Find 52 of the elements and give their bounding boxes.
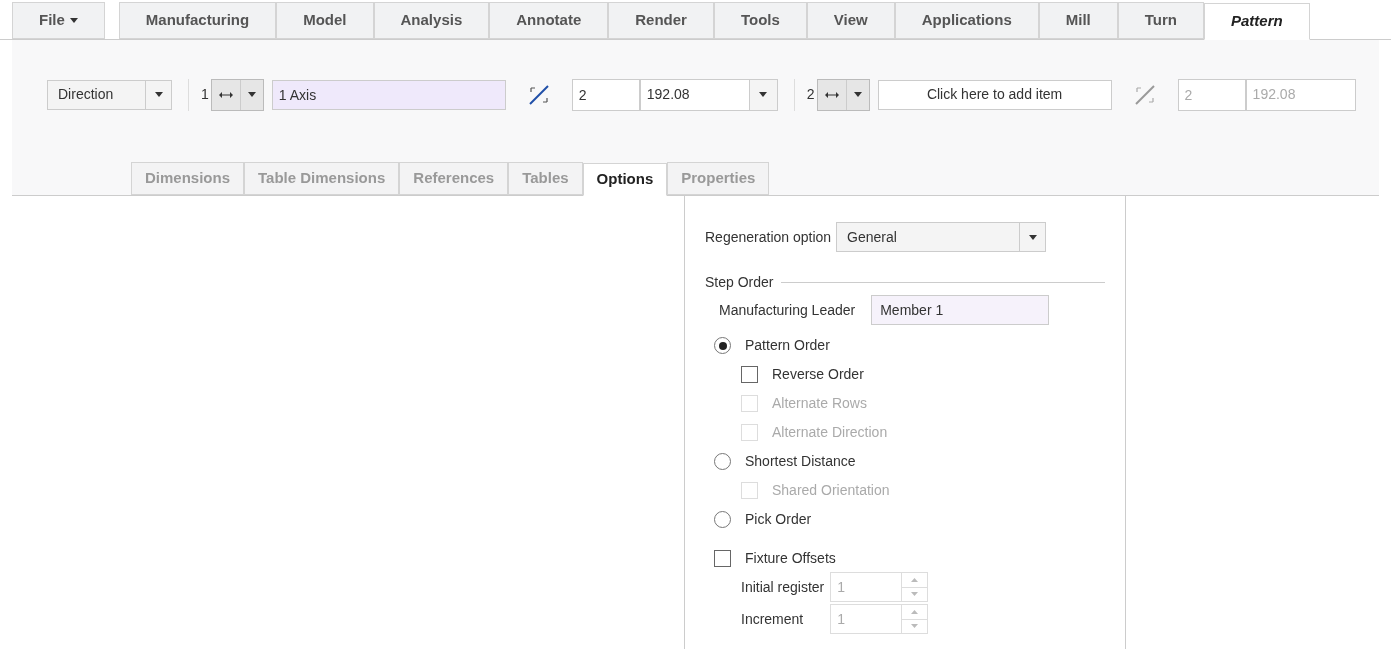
option-label: Shared Orientation (772, 481, 890, 500)
ribbon-tab[interactable]: Mill (1038, 2, 1118, 39)
radio-button[interactable] (714, 453, 731, 470)
radio-button[interactable] (714, 337, 731, 354)
option-label: Fixture Offsets (745, 548, 836, 568)
ribbon-tab[interactable]: Pattern (1203, 3, 1310, 40)
field-label: Increment (741, 609, 805, 629)
spacing-field[interactable]: 192.08 (639, 78, 778, 111)
panel-tab[interactable]: Options (582, 163, 668, 196)
type-dropdown[interactable]: Direction (47, 79, 172, 110)
regeneration-label: Regeneration option (705, 227, 832, 247)
ribbon-tab[interactable]: Analysis (373, 2, 490, 39)
ribbon-tab[interactable]: Manufacturing (118, 2, 277, 39)
direction-type-button[interactable] (816, 78, 870, 111)
leader-label: Manufacturing Leader (719, 300, 856, 320)
option-label: Shortest Distance (745, 452, 856, 471)
group-title: Step Order (705, 273, 774, 292)
option-label: Alternate Direction (772, 423, 888, 442)
caret-icon (759, 92, 768, 98)
option-label: Pick Order (745, 510, 812, 529)
checkbox[interactable] (741, 366, 758, 383)
up-arrow-icon[interactable] (911, 609, 919, 614)
ribbon-tab[interactable]: Tools (713, 2, 807, 39)
ribbon-tab[interactable]: Annotate (489, 2, 609, 39)
up-arrow-icon[interactable] (911, 577, 919, 582)
caret-icon (247, 92, 256, 98)
caret-icon (1028, 234, 1037, 240)
direction-number: 2 (806, 85, 815, 105)
caret-icon (69, 18, 78, 23)
ribbon-tab[interactable]: View (806, 2, 895, 39)
double-arrow-icon (218, 91, 233, 98)
caret-icon (853, 92, 862, 98)
file-menu[interactable]: File (12, 2, 105, 39)
leader-field[interactable]: Member 1 (871, 295, 1050, 325)
diagonal-slash-icon[interactable] (527, 83, 550, 106)
count-field[interactable]: 2 (571, 78, 640, 111)
ribbon-tab[interactable]: Turn (1117, 2, 1204, 39)
ribbon-tab[interactable]: Applications (894, 2, 1039, 39)
option-label: Pattern Order (745, 336, 830, 355)
double-arrow-icon (824, 91, 839, 98)
reference-field[interactable]: 1 Axis (271, 79, 506, 110)
direction-number: 1 (201, 85, 209, 105)
radio-button[interactable] (714, 511, 731, 528)
regeneration-dropdown[interactable]: General (836, 222, 1047, 252)
caret-icon (154, 92, 163, 98)
field-label: Initial register (741, 577, 825, 597)
checkbox[interactable] (714, 549, 731, 567)
direction-type-button[interactable] (210, 78, 264, 111)
ribbon-tab[interactable]: Render (608, 2, 714, 39)
ribbon-tab[interactable]: Model (276, 2, 374, 39)
option-label: Alternate Rows (772, 394, 867, 413)
option-label: Reverse Order (772, 365, 864, 384)
